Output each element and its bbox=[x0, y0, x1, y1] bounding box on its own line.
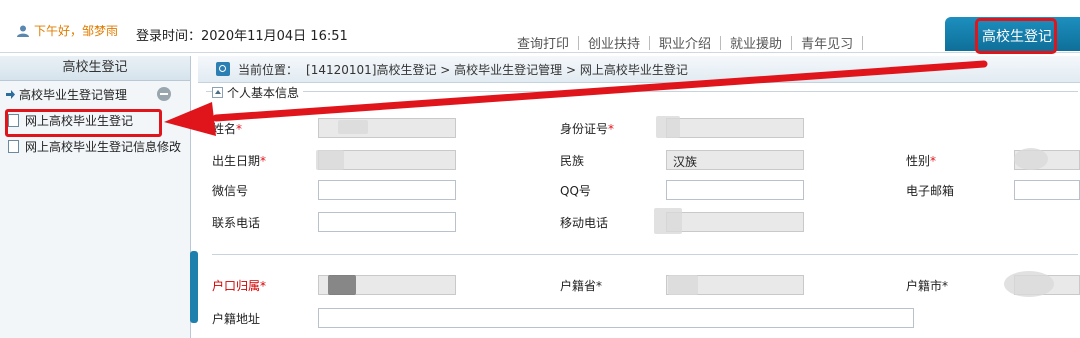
province-label: 户籍省* bbox=[560, 279, 603, 293]
ethnicity-label: 民族 bbox=[560, 154, 585, 168]
section-title: 个人基本信息 bbox=[227, 86, 300, 100]
hukou-label: 户口归属* bbox=[212, 279, 267, 293]
address-field[interactable] bbox=[318, 308, 914, 328]
greeting-text: 下午好，邹梦雨 bbox=[34, 24, 119, 38]
redacted-value bbox=[316, 150, 344, 170]
address-label: 户籍地址 bbox=[212, 312, 261, 326]
mobile-label: 移动电话 bbox=[560, 216, 609, 230]
nav-item-job-intro[interactable]: 职业介绍 bbox=[650, 33, 720, 52]
sidebar-title: 高校生登记 bbox=[0, 56, 190, 81]
ethnicity-value: 汉族 bbox=[673, 155, 698, 169]
ethnicity-select[interactable]: 汉族 bbox=[666, 150, 804, 170]
sidebar-item-label: 网上高校毕业生登记信息修改 bbox=[25, 139, 182, 154]
document-icon bbox=[8, 139, 19, 153]
redacted-value bbox=[656, 116, 680, 138]
gender-label: 性别* bbox=[906, 154, 937, 168]
breadcrumb-label: 当前位置： bbox=[238, 62, 299, 77]
id-number-field[interactable] bbox=[666, 118, 804, 138]
sidebar-collapse-handle[interactable] bbox=[190, 251, 198, 323]
sidebar-group[interactable]: 高校毕业生登记管理 bbox=[0, 81, 190, 107]
arrow-right-icon bbox=[6, 89, 15, 99]
sidebar-group-label: 高校毕业生登记管理 bbox=[19, 87, 128, 102]
redacted-value bbox=[668, 275, 698, 295]
redacted-value bbox=[338, 120, 368, 134]
breadcrumb-path: [14120101]高校生登记 > 高校毕业生登记管理 > 网上高校毕业生登记 bbox=[306, 62, 688, 77]
email-field[interactable] bbox=[1014, 180, 1080, 200]
wechat-label: 微信号 bbox=[212, 184, 249, 198]
nav-divider bbox=[862, 35, 864, 50]
redacted-value bbox=[1004, 271, 1054, 297]
qq-field[interactable] bbox=[666, 180, 804, 200]
phone-field[interactable] bbox=[318, 212, 456, 232]
email-label: 电子邮箱 bbox=[906, 184, 955, 198]
collapse-minus-icon[interactable] bbox=[157, 87, 171, 101]
nav-item-query-print[interactable]: 查询打印 bbox=[508, 33, 578, 52]
redacted-value bbox=[1014, 148, 1048, 170]
section-divider bbox=[212, 254, 1078, 255]
nav-item-employment-aid[interactable]: 就业援助 bbox=[721, 33, 791, 52]
phone-label: 联系电话 bbox=[212, 216, 261, 230]
mobile-field[interactable] bbox=[666, 212, 804, 232]
collapse-up-icon[interactable] bbox=[212, 87, 223, 98]
name-label: 姓名* bbox=[212, 122, 243, 136]
top-nav: 查询打印 创业扶持 职业介绍 就业援助 青年见习 bbox=[508, 33, 864, 52]
qq-label: QQ号 bbox=[560, 184, 591, 198]
birth-date-label: 出生日期* bbox=[212, 154, 267, 168]
section-header[interactable]: 个人基本信息 bbox=[212, 84, 304, 101]
wechat-field[interactable] bbox=[318, 180, 456, 200]
section-divider bbox=[206, 91, 1078, 92]
breadcrumb: 当前位置： [14120101]高校生登记 > 高校毕业生登记管理 > 网上高校… bbox=[198, 56, 1080, 83]
highlight-box-tab bbox=[975, 18, 1057, 54]
highlight-box-sidebar bbox=[5, 109, 162, 137]
redacted-value bbox=[654, 208, 682, 234]
user-icon bbox=[17, 25, 29, 37]
top-bar: 下午好，邹梦雨 登录时间：2020年11月04日 16:51 查询打印 创业扶持… bbox=[0, 0, 1080, 53]
nav-item-startup-support[interactable]: 创业扶持 bbox=[579, 33, 649, 52]
id-number-label: 身份证号* bbox=[560, 122, 615, 136]
login-time: 登录时间：2020年11月04日 16:51 bbox=[136, 29, 348, 44]
main-content: 当前位置： [14120101]高校生登记 > 高校毕业生登记管理 > 网上高校… bbox=[198, 56, 1080, 338]
sidebar: 高校生登记 高校毕业生登记管理 网上高校毕业生登记 网上高校毕业生登记信息修改 bbox=[0, 56, 191, 338]
greeting: 下午好，邹梦雨 bbox=[16, 22, 118, 39]
city-label: 户籍市* bbox=[906, 279, 949, 293]
search-icon bbox=[216, 62, 230, 76]
nav-item-youth-trainee[interactable]: 青年见习 bbox=[792, 33, 862, 52]
redacted-value bbox=[328, 275, 356, 295]
